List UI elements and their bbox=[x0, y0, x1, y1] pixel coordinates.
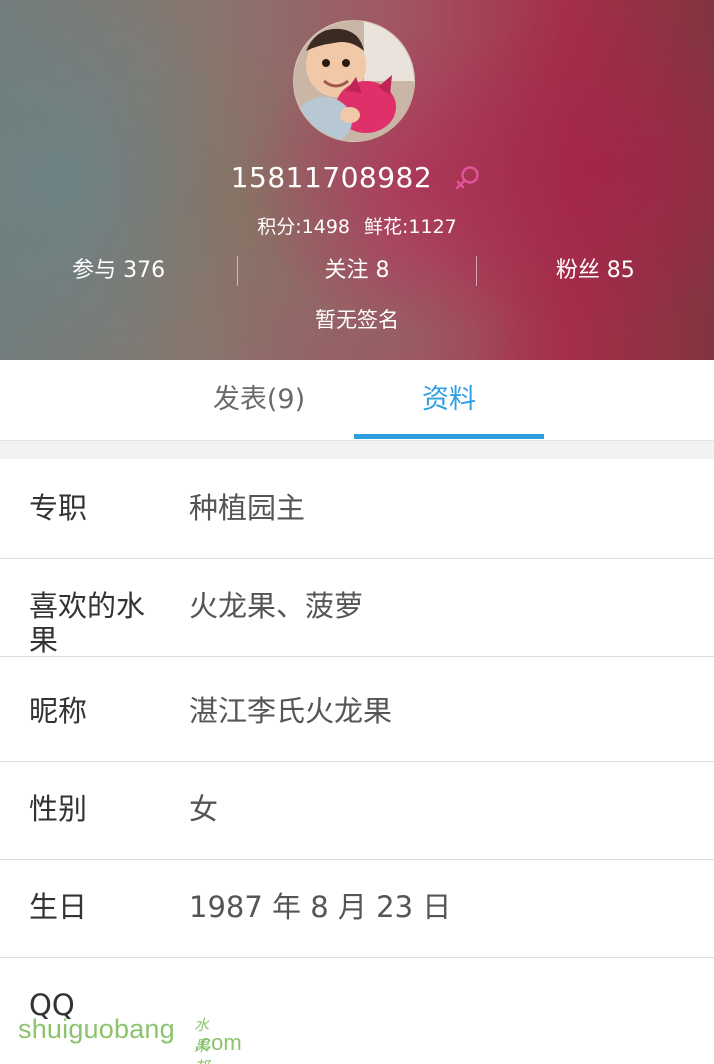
info-row-birthday: 生日 1987 年 8 月 23 日 bbox=[0, 860, 714, 958]
info-row-occupation: 专职 种植园主 bbox=[0, 459, 714, 559]
watermark-sub: .com bbox=[194, 1030, 242, 1055]
info-value: 种植园主 bbox=[189, 491, 306, 525]
counts-row: 参与 376 关注 8 粉丝 85 bbox=[0, 250, 714, 292]
flowers-text: 鲜花:1127 bbox=[364, 216, 457, 238]
fans-count[interactable]: 粉丝 85 bbox=[477, 250, 714, 292]
info-value: 湛江李氏火龙果 bbox=[189, 694, 393, 728]
section-gap bbox=[0, 441, 714, 459]
info-value: 1987 年 8 月 23 日 bbox=[189, 890, 452, 924]
username: 15811708982 bbox=[230, 161, 433, 194]
tab-profile[interactable]: 资料 bbox=[354, 360, 544, 440]
info-row-gender: 性别 女 bbox=[0, 762, 714, 860]
avatar-photo-icon bbox=[294, 21, 414, 141]
info-row-nickname: 昵称 湛江李氏火龙果 bbox=[0, 657, 714, 762]
info-row-qq: QQ bbox=[0, 958, 714, 1064]
info-row-favorite-fruit: 喜欢的水果 火龙果、菠萝 bbox=[0, 559, 714, 657]
following-count[interactable]: 关注 8 bbox=[238, 250, 475, 292]
profile-screen: 15811708982 积分:1498 鲜花:1127 参与 376 关注 8 粉… bbox=[0, 0, 714, 1064]
info-label: 昵称 bbox=[29, 694, 88, 728]
active-tab-indicator bbox=[354, 434, 544, 439]
info-label: 专职 bbox=[29, 491, 88, 525]
username-row: 15811708982 bbox=[0, 158, 714, 198]
points-flowers-line: 积分:1498 鲜花:1127 bbox=[0, 212, 714, 242]
info-value: 女 bbox=[189, 792, 219, 826]
tab-posts[interactable]: 发表(9) bbox=[164, 360, 354, 440]
avatar[interactable] bbox=[293, 20, 415, 142]
info-value: 火龙果、菠萝 bbox=[189, 589, 364, 623]
participate-count[interactable]: 参与 376 bbox=[0, 250, 237, 292]
watermark-main: shuiguobang bbox=[18, 1014, 175, 1044]
info-label: 生日 bbox=[29, 890, 88, 924]
signature-text: 暂无签名 bbox=[315, 308, 399, 332]
points-text: 积分:1498 bbox=[257, 216, 350, 238]
profile-header: 15811708982 积分:1498 鲜花:1127 参与 376 关注 8 粉… bbox=[0, 0, 714, 360]
info-label: 性别 bbox=[29, 792, 88, 826]
info-label: 喜欢的水果 bbox=[29, 589, 146, 657]
female-symbol-icon bbox=[453, 163, 483, 193]
